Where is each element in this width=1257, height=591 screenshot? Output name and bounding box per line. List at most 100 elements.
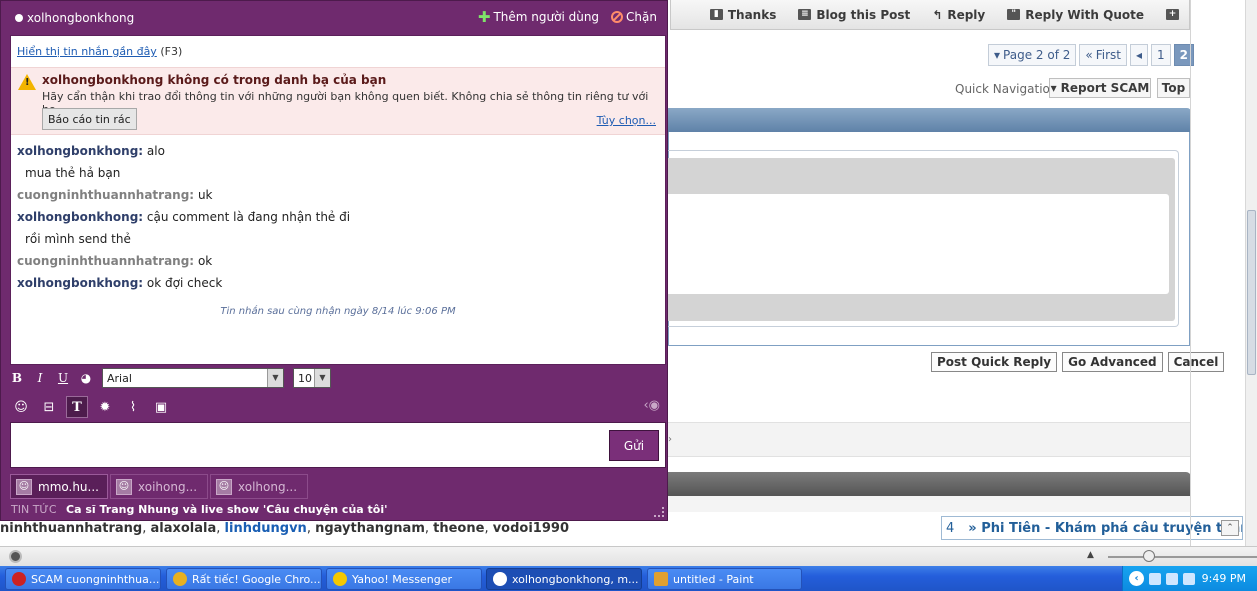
smiley-icon: ☺ xyxy=(116,478,132,495)
italic-button[interactable]: I xyxy=(33,371,47,385)
volume-icon[interactable] xyxy=(1166,572,1178,585)
messenger-tray-icon[interactable] xyxy=(1183,572,1195,585)
message-row: cuongninhthuannhatrang: ok xyxy=(17,254,657,276)
chat-history: Hiển thị tin nhắn gần đây (F3) ! xolhong… xyxy=(10,35,666,365)
report-scam-dropdown[interactable]: ▾ Report SCAM xyxy=(1049,78,1151,98)
gear-icon[interactable]: ✹ xyxy=(94,396,116,418)
user-link[interactable]: ninhthuannhatrang xyxy=(0,521,142,536)
block-button[interactable]: Chặn xyxy=(611,10,657,24)
pagination: ▾ Page 2 of 2 «First ◂ 1 2 xyxy=(988,44,1195,66)
warning-icon: ! xyxy=(18,74,36,90)
multiquote-icon: + xyxy=(1166,9,1179,20)
smiley-icon: ☺ xyxy=(16,478,32,495)
chat-window-icon xyxy=(493,572,507,586)
share-image-icon[interactable]: ▣ xyxy=(150,396,172,418)
chat-actions: ✚ Thêm người dùng Chặn xyxy=(477,8,657,26)
thanks-button[interactable]: ▮ Thanks xyxy=(709,8,776,22)
chat-tab[interactable]: ☺ mmo.hu... xyxy=(10,474,108,499)
recent-messages-row: Hiển thị tin nhắn gần đây (F3) xyxy=(17,45,182,58)
user-link[interactable]: ngaythangnam xyxy=(315,521,425,536)
message-text: uk xyxy=(197,188,213,202)
status-dot-icon xyxy=(15,14,23,22)
dropdown-arrow-icon: ▼ xyxy=(314,369,330,387)
chat-tools: ☺ ⊟ T ✹ ⌇ ▣ ‹◉ xyxy=(10,395,666,419)
prev-page-button[interactable]: ◂ xyxy=(1129,44,1149,66)
quote-icon: " xyxy=(1007,9,1021,20)
status-icon[interactable] xyxy=(9,550,22,563)
post-quick-reply-button[interactable]: Post Quick Reply xyxy=(931,352,1058,372)
user-link[interactable]: alaxolala xyxy=(150,521,216,536)
attach-icon[interactable]: ⌇ xyxy=(122,396,144,418)
taskbar-button[interactable]: SCAM cuongninhthua... xyxy=(5,568,161,590)
page-info-dropdown[interactable]: ▾ Page 2 of 2 xyxy=(988,44,1077,66)
report-spam-button[interactable]: Báo cáo tin rác xyxy=(42,108,137,130)
message-text: mua thẻ hả bạn xyxy=(25,166,121,180)
cancel-button[interactable]: Cancel xyxy=(1167,352,1225,372)
chevron-left-icon[interactable]: ‹ xyxy=(1129,571,1144,586)
chat-tab[interactable]: ☺ xoihong... xyxy=(110,474,208,499)
message-row: mua thẻ hả bạn xyxy=(17,166,657,188)
taskbar-button[interactable]: Yahoo! Messenger xyxy=(326,568,482,590)
message-input[interactable]: Gửi xyxy=(10,422,666,468)
message-row: cuongninhthuannhatrang: uk xyxy=(17,188,657,210)
emoticon-icon[interactable]: ☺ xyxy=(10,396,32,418)
top-button[interactable]: Top xyxy=(1157,78,1190,98)
resize-grip-icon[interactable] xyxy=(654,507,664,517)
forum-section-body xyxy=(668,496,1191,512)
bold-button[interactable]: B xyxy=(10,371,24,385)
go-advanced-button[interactable]: Go Advanced xyxy=(1062,352,1163,372)
collapse-up-icon[interactable]: ⌃ xyxy=(1221,520,1239,536)
options-link[interactable]: Tùy chọn... xyxy=(597,114,656,127)
chat-title: xolhongbonkhong xyxy=(15,11,134,25)
format-toolbar: B I U ◕ Arial ▼ 10 ▼ xyxy=(10,367,666,389)
show-recent-link[interactable]: Hiển thị tin nhắn gần đây xyxy=(17,45,157,58)
page-1-link[interactable]: 1 xyxy=(1151,44,1171,66)
stranger-warning: ! xolhongbonkhong không có trong danh bạ… xyxy=(11,67,665,135)
user-link[interactable]: linhdungvn xyxy=(225,521,307,536)
network-icon[interactable] xyxy=(1149,572,1161,585)
multi-quote-button[interactable]: + xyxy=(1166,9,1179,20)
smiley-icon: ☺ xyxy=(216,478,232,495)
taskbar-button[interactable]: untitled - Paint xyxy=(647,568,802,590)
scrollbar-thumb[interactable] xyxy=(1247,210,1256,375)
clock: 9:49 PM xyxy=(1201,572,1246,585)
color-palette-icon[interactable]: ◕ xyxy=(79,371,93,385)
nudge-icon[interactable]: ⊟ xyxy=(38,396,60,418)
user-link[interactable]: theone xyxy=(433,521,484,536)
first-page-button[interactable]: «First xyxy=(1079,44,1127,66)
plus-icon: ✚ xyxy=(477,8,491,26)
message-text: ok đợi check xyxy=(146,276,223,290)
message-sender: cuongninhthuannhatrang: xyxy=(17,188,195,202)
message-row: xolhongbonkhong: cậu comment là đang nhậ… xyxy=(17,210,657,232)
post-actions-bar: ▮ Thanks ≡ Blog this Post ↰ Reply " Reply Wi… xyxy=(670,0,1190,30)
message-sender: cuongninhthuannhatrang: xyxy=(17,254,195,268)
send-button[interactable]: Gửi xyxy=(609,430,659,461)
news-headline[interactable]: Ca sĩ Trang Nhung và live show 'Câu chuy… xyxy=(66,503,387,516)
avatar-toggle-icon[interactable]: ‹◉ xyxy=(643,398,660,413)
news-bar: TIN TỨC Ca sĩ Trang Nhung và live show '… xyxy=(11,503,388,516)
blog-icon: ≡ xyxy=(798,9,812,20)
chat-tab[interactable]: ☺ xolhong... xyxy=(210,474,308,499)
add-user-button[interactable]: ✚ Thêm người dùng xyxy=(477,8,599,26)
font-size-select[interactable]: 10 ▼ xyxy=(293,368,331,388)
text-format-icon[interactable]: T xyxy=(66,396,88,418)
zoom-up-icon[interactable]: ▲ xyxy=(1087,550,1094,560)
block-icon xyxy=(611,11,624,23)
blog-post-button[interactable]: ≡ Blog this Post xyxy=(798,8,910,22)
ticker-title[interactable]: » Phi Tiên - Khám phá câu truyện thần xyxy=(968,521,1242,536)
message-sender: xolhongbonkhong: xyxy=(17,276,144,290)
news-ticker[interactable]: 4 » Phi Tiên - Khám phá câu truyện thần … xyxy=(941,516,1243,540)
font-family-select[interactable]: Arial ▼ xyxy=(102,368,284,388)
forum-section-header xyxy=(668,472,1191,496)
message-text: cậu comment là đang nhận thẻ đi xyxy=(146,210,351,224)
chrome-icon xyxy=(173,572,187,586)
underline-button[interactable]: U xyxy=(56,371,70,385)
zoom-slider[interactable] xyxy=(1108,556,1257,558)
zoom-slider-knob[interactable] xyxy=(1143,550,1155,562)
reply-with-quote-button[interactable]: " Reply With Quote xyxy=(1007,8,1144,22)
user-link[interactable]: vodoi1990 xyxy=(493,521,569,536)
quick-reply-textarea[interactable] xyxy=(668,194,1169,294)
taskbar-button-active[interactable]: xolhongbonkhong, m... xyxy=(486,568,642,590)
reply-button[interactable]: ↰ Reply xyxy=(932,8,985,22)
taskbar-button[interactable]: Rất tiếc! Google Chro... xyxy=(166,568,322,590)
